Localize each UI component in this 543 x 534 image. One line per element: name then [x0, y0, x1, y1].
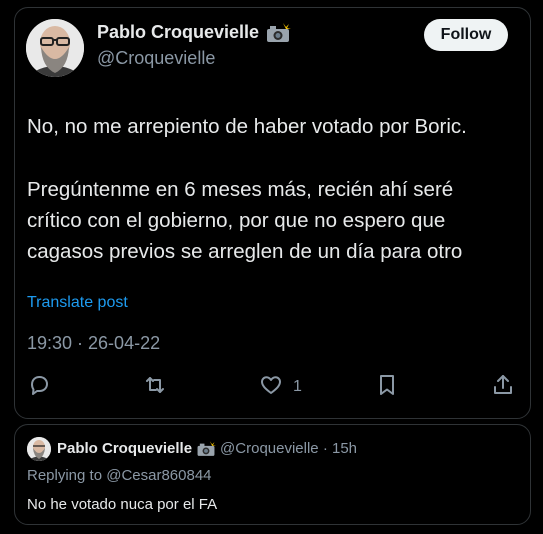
follow-button[interactable]: Follow — [424, 19, 508, 51]
reply-text: No he votado nuca por el FA — [27, 496, 218, 513]
camera-flash-icon — [196, 440, 217, 457]
reply-header: Pablo Croquevielle @Croquevielle · 15h — [57, 440, 357, 457]
bookmark-icon — [375, 373, 399, 402]
tweet-card: Pablo Croquevielle @Croquevielle Follow … — [14, 7, 531, 419]
author-handle[interactable]: @Croquevielle — [97, 48, 215, 69]
tweet-text-line: No, no me arrepiento de haber votado por… — [27, 115, 467, 138]
action-bar: 1 — [15, 373, 530, 403]
bookmark-button[interactable] — [375, 373, 399, 401]
tweet-text-line: Pregúntenme en 6 meses más, recién ahí s… — [27, 178, 454, 201]
replying-to[interactable]: Replying to @Cesar860844 — [27, 467, 212, 484]
reply-button[interactable] — [27, 373, 51, 401]
reply-tweet[interactable]: Pablo Croquevielle @Croquevielle · 15h R… — [14, 424, 531, 525]
tweet-text-line: cagasos previos se arreglen de un día pa… — [27, 240, 463, 263]
heart-icon — [259, 373, 283, 402]
camera-flash-icon — [265, 22, 292, 43]
translate-post-link[interactable]: Translate post — [27, 294, 128, 312]
tweet-timestamp[interactable]: 19:30 · 26-04-22 — [27, 333, 160, 354]
tweet-text-line: crítico con el gobierno, por que no espe… — [27, 209, 446, 232]
reply-handle-time[interactable]: @Croquevielle · 15h — [220, 440, 357, 457]
like-count: 1 — [293, 378, 302, 395]
share-button[interactable] — [491, 373, 515, 401]
author-name-row[interactable]: Pablo Croquevielle — [97, 22, 292, 43]
like-button[interactable]: 1 — [259, 373, 302, 401]
reply-author-name[interactable]: Pablo Croquevielle — [57, 440, 192, 457]
retweet-icon — [143, 373, 167, 402]
retweet-button[interactable] — [143, 373, 167, 401]
reply-icon — [27, 373, 51, 402]
author-avatar[interactable] — [26, 19, 84, 77]
author-display-name[interactable]: Pablo Croquevielle — [97, 22, 259, 43]
tweet-text: No, no me arrepiento de haber votado por… — [27, 111, 522, 267]
share-icon — [491, 373, 515, 402]
reply-author-avatar[interactable] — [27, 437, 51, 461]
